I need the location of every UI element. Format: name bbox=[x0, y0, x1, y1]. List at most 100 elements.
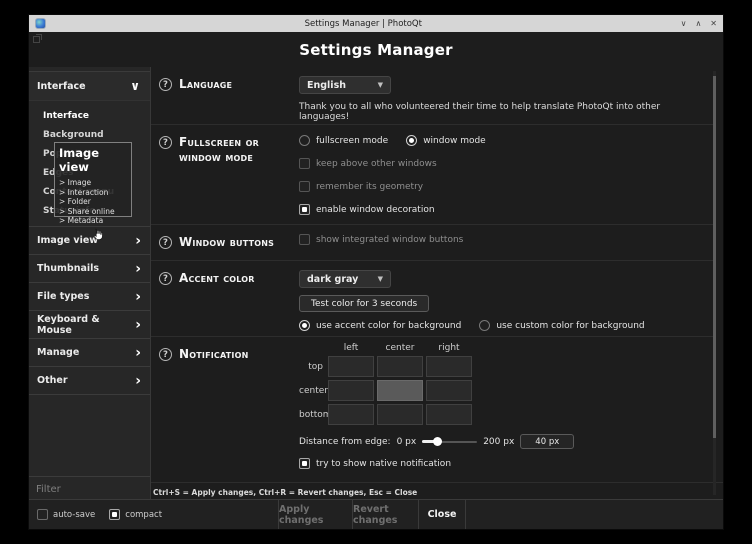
notification-position-grid: left center right top center bottom bbox=[299, 343, 713, 425]
grid-row-label-top: top bbox=[299, 362, 325, 372]
titlebar[interactable]: Settings Manager | PhotoQt ∨ ∧ ✕ bbox=[29, 15, 723, 32]
chevron-right-icon: › bbox=[135, 346, 141, 360]
image-view-tooltip: Image view > Image > Interaction > Folde… bbox=[54, 142, 132, 217]
tooltip-item: > Folder bbox=[59, 197, 127, 207]
notification-cell-center-right[interactable] bbox=[426, 380, 472, 401]
checkbox-checked-icon bbox=[299, 458, 310, 469]
tooltip-item: > Share online bbox=[59, 207, 127, 217]
help-icon[interactable]: ? bbox=[159, 272, 172, 285]
distance-min: 0 px bbox=[397, 437, 417, 447]
chevron-right-icon: › bbox=[135, 234, 141, 248]
checkbox-window-decoration[interactable]: enable window decoration bbox=[299, 204, 713, 215]
radio-icon bbox=[479, 320, 490, 331]
help-icon[interactable]: ? bbox=[159, 236, 172, 249]
tooltip-item: > Image bbox=[59, 178, 127, 188]
help-icon[interactable]: ? bbox=[159, 348, 172, 361]
distance-max: 200 px bbox=[483, 437, 514, 447]
notification-cell-top-center[interactable] bbox=[377, 356, 423, 377]
bottom-bar: auto-save compact Apply changes Revert c… bbox=[29, 499, 723, 529]
maximize-icon[interactable]: ∧ bbox=[695, 20, 701, 28]
photoqt-app-icon bbox=[35, 18, 46, 29]
notification-cell-center-left[interactable] bbox=[328, 380, 374, 401]
chevron-right-icon: › bbox=[135, 374, 141, 388]
radio-window-mode[interactable]: window mode bbox=[406, 135, 486, 146]
settings-manager-window: Settings Manager | PhotoQt ∨ ∧ ✕ Setting… bbox=[28, 14, 724, 530]
checkbox-icon bbox=[299, 234, 310, 245]
compact-checkbox[interactable]: compact bbox=[109, 509, 162, 520]
window-title: Settings Manager | PhotoQt bbox=[46, 19, 681, 29]
scrollbar-thumb[interactable] bbox=[713, 76, 716, 438]
checkbox-icon bbox=[299, 158, 310, 169]
sidebar-item-file-types[interactable]: File types › bbox=[29, 283, 150, 311]
section-heading-language: Language bbox=[179, 77, 232, 124]
radio-custom-background[interactable]: use custom color for background bbox=[479, 320, 644, 331]
accent-color-dropdown[interactable]: dark gray ▼ bbox=[299, 270, 391, 288]
notification-cell-bottom-right[interactable] bbox=[426, 404, 472, 425]
sidebar-item-other[interactable]: Other › bbox=[29, 367, 150, 395]
chevron-down-icon: ▼ bbox=[378, 81, 383, 89]
tooltip-title: Image view bbox=[59, 146, 127, 174]
sidebar-subitem-interface[interactable]: Interface bbox=[29, 106, 150, 125]
notification-cell-top-right[interactable] bbox=[426, 356, 472, 377]
sidebar-group-label: Interface bbox=[37, 81, 86, 92]
radio-icon bbox=[299, 135, 310, 146]
notification-cell-bottom-left[interactable] bbox=[328, 404, 374, 425]
checkbox-icon bbox=[37, 509, 48, 520]
revert-changes-button[interactable]: Revert changes bbox=[353, 500, 419, 529]
main-content: ? Language English ▼ Thank you to all wh… bbox=[151, 67, 723, 499]
sidebar-group-interface[interactable]: Interface ∨ bbox=[29, 71, 150, 101]
tooltip-item: > Metadata bbox=[59, 216, 127, 226]
language-dropdown[interactable]: English ▼ bbox=[299, 76, 391, 94]
slider-handle[interactable] bbox=[433, 437, 442, 446]
autosave-checkbox[interactable]: auto-save bbox=[37, 509, 95, 520]
notification-cell-center-center[interactable] bbox=[377, 380, 423, 401]
checkbox-remember-geometry[interactable]: remember its geometry bbox=[299, 181, 713, 192]
filter-input[interactable] bbox=[29, 479, 150, 501]
radio-accent-background[interactable]: use accent color for background bbox=[299, 320, 461, 331]
section-heading-accent-color: Accent color bbox=[179, 271, 255, 336]
apply-changes-button[interactable]: Apply changes bbox=[279, 500, 353, 529]
grid-col-label-center: center bbox=[377, 343, 423, 353]
sidebar-item-thumbnails[interactable]: Thumbnails › bbox=[29, 255, 150, 283]
radio-fullscreen-mode[interactable]: fullscreen mode bbox=[299, 135, 388, 146]
help-icon[interactable]: ? bbox=[159, 136, 172, 149]
notification-cell-top-left[interactable] bbox=[328, 356, 374, 377]
sidebar: Interface ∨ Interface Background Popout … bbox=[29, 67, 151, 499]
language-caption: Thank you to all who volunteered their t… bbox=[299, 102, 713, 122]
section-window-buttons: ? Window buttons show integrated window … bbox=[151, 225, 713, 261]
sidebar-item-keyboard-mouse[interactable]: Keyboard & Mouse › bbox=[29, 311, 150, 339]
tooltip-item: > Interaction bbox=[59, 188, 127, 198]
shortcut-hints: Ctrl+S = Apply changes, Ctrl+R = Revert … bbox=[151, 482, 723, 501]
checkbox-native-notification[interactable]: try to show native notification bbox=[299, 458, 713, 469]
section-language: ? Language English ▼ Thank you to all wh… bbox=[151, 67, 713, 125]
checkbox-keep-above[interactable]: keep above other windows bbox=[299, 158, 713, 169]
section-heading-fullscreen: Fullscreen or window mode bbox=[179, 135, 291, 224]
section-accent-color: ? Accent color dark gray ▼ Test color fo… bbox=[151, 261, 713, 337]
grid-col-label-left: left bbox=[328, 343, 374, 353]
chevron-down-icon: ▼ bbox=[378, 275, 383, 283]
test-color-button[interactable]: Test color for 3 seconds bbox=[299, 295, 429, 312]
close-button[interactable]: Close bbox=[419, 500, 466, 529]
sidebar-item-manage[interactable]: Manage › bbox=[29, 339, 150, 367]
chevron-down-icon: ∨ bbox=[130, 79, 140, 93]
checkbox-icon bbox=[299, 181, 310, 192]
section-heading-window-buttons: Window buttons bbox=[179, 235, 274, 260]
chevron-right-icon: › bbox=[135, 290, 141, 304]
sidebar-item-image-view[interactable]: Image view › bbox=[29, 227, 150, 255]
help-icon[interactable]: ? bbox=[159, 78, 172, 91]
radio-selected-icon bbox=[299, 320, 310, 331]
section-fullscreen-mode: ? Fullscreen or window mode fullscreen m… bbox=[151, 125, 713, 225]
radio-selected-icon bbox=[406, 135, 417, 146]
minimize-icon[interactable]: ∨ bbox=[681, 20, 687, 28]
notification-cell-bottom-center[interactable] bbox=[377, 404, 423, 425]
grid-row-label-bottom: bottom bbox=[299, 410, 325, 420]
checkbox-checked-icon bbox=[109, 509, 120, 520]
chevron-right-icon: › bbox=[135, 318, 141, 332]
checkbox-integrated-window-buttons[interactable]: show integrated window buttons bbox=[299, 234, 713, 245]
popout-icon[interactable] bbox=[33, 36, 40, 43]
close-icon[interactable]: ✕ bbox=[710, 20, 717, 28]
distance-slider[interactable] bbox=[422, 437, 477, 446]
distance-value-field[interactable]: 40 px bbox=[520, 434, 574, 449]
grid-col-label-right: right bbox=[426, 343, 472, 353]
distance-label: Distance from edge: bbox=[299, 437, 391, 447]
